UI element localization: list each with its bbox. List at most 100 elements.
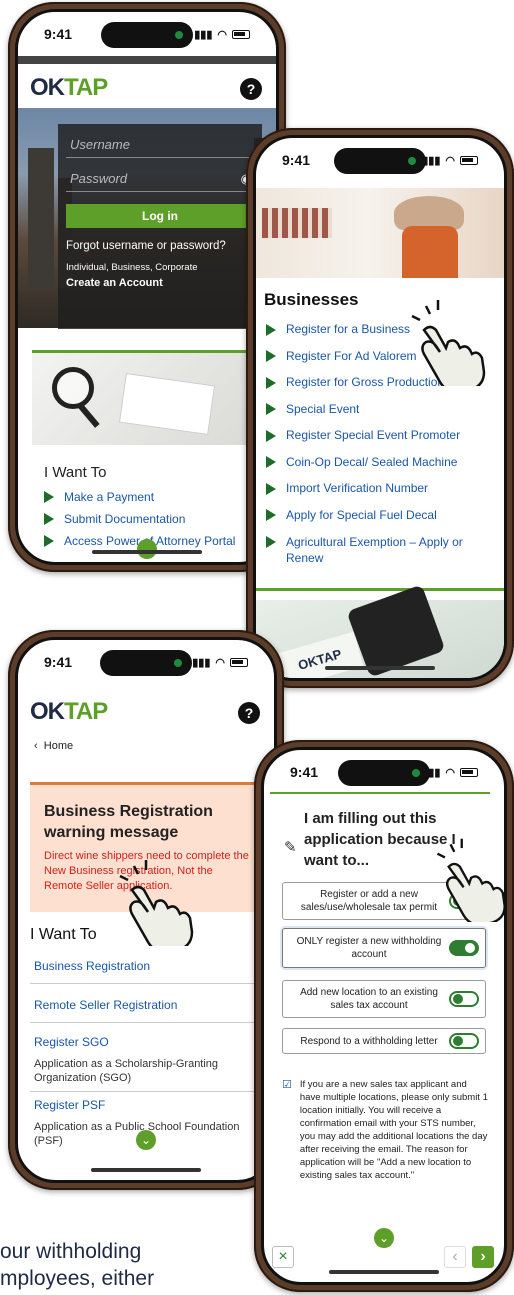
close-button[interactable]: × (272, 1246, 294, 1268)
option-new-location[interactable]: Add new location to an existing sales ta… (282, 980, 486, 1018)
home-indicator (325, 666, 435, 670)
status-icons: ▮▮▮ ◠ (422, 766, 478, 779)
account-types: Individual, Business, Corporate (66, 262, 198, 273)
background-text-line1: our withholding (0, 1240, 142, 1263)
signal-icon: ▮▮▮ (194, 28, 213, 41)
option-toggle[interactable] (449, 940, 479, 956)
checklist-icon: ☑ (282, 1079, 292, 1091)
phone-login-screen: 9:41 ▮▮▮ ◠ OKTAP ? Username Password ◉ Lo… (15, 9, 279, 565)
scroll-down-icon[interactable]: ⌄ (137, 539, 157, 559)
phone-registration: 9:41 ▮▮▮ ◠ OKTAP ? ‹ Home Business Regist… (8, 630, 284, 1190)
signal-icon: ▮▮▮ (192, 656, 211, 669)
warning-box: Business Registration warning message Di… (30, 782, 268, 912)
link-remote-seller[interactable]: Remote Seller Registration (30, 984, 268, 1023)
application-title: I am filling out this application becaus… (304, 810, 456, 869)
oktap-logo[interactable]: OKTAP (30, 74, 108, 102)
option-list: Register or add a new sales/use/wholesal… (282, 882, 486, 1054)
status-time: 9:41 (44, 26, 73, 42)
battery-icon (460, 767, 478, 777)
login-panel: Username Password ◉ Log in Forgot userna… (58, 124, 262, 329)
back-label: Home (43, 740, 74, 752)
link-register-sgo[interactable]: Register SGO (30, 1023, 268, 1053)
forgot-link[interactable]: Forgot username or password? (66, 240, 254, 252)
back-link[interactable]: ‹ Home (34, 740, 73, 752)
status-time: 9:41 (290, 764, 319, 780)
option-withholding-letter[interactable]: Respond to a withholding letter (282, 1028, 486, 1054)
oktap-logo[interactable]: OKTAP (30, 698, 108, 726)
business-item-agricultural[interactable]: Agricultural Exemption – Apply or Renew (266, 528, 498, 566)
wifi-icon: ◠ (445, 766, 455, 779)
businesses-heading: Businesses (264, 290, 359, 309)
option-toggle[interactable] (449, 991, 479, 1007)
scroll-down-icon[interactable]: ⌄ (136, 1130, 156, 1150)
option-toggle[interactable] (449, 1033, 479, 1049)
background-text: our withholding mployees, either (0, 1238, 154, 1292)
option-toggle[interactable] (449, 893, 479, 909)
prev-button[interactable]: ‹ (444, 1246, 466, 1268)
home-indicator (92, 550, 202, 554)
help-icon[interactable]: ? (240, 78, 262, 100)
note-text: If you are a new sales tax applicant and… (299, 1079, 488, 1181)
battery-icon (232, 29, 250, 39)
phone-businesses: 9:41 ▮▮▮ ◠ Businesses Register for a Busi… (246, 128, 514, 688)
username-input[interactable]: Username (66, 132, 254, 158)
business-list: Register for a Business Register For Ad … (266, 316, 498, 566)
option-sales-permit[interactable]: Register or add a new sales/use/wholesal… (282, 882, 486, 920)
status-bar: 9:41 ▮▮▮ ◠ (18, 640, 274, 684)
help-icon[interactable]: ? (238, 702, 260, 724)
scroll-down-icon[interactable]: ⌄ (374, 1228, 394, 1248)
link-business-registration[interactable]: Business Registration (30, 954, 268, 984)
login-button[interactable]: Log in (66, 204, 254, 228)
warning-title: Business Registration warning message (44, 803, 213, 841)
status-bar: 9:41 ▮▮▮ ◠ (256, 138, 504, 182)
business-item-ad-valorem[interactable]: Register For Ad Valorem (266, 343, 498, 370)
next-button[interactable]: › (472, 1246, 494, 1268)
option-withholding[interactable]: ONLY register a new withholding account (282, 928, 486, 968)
magnifier-icon (52, 367, 94, 409)
battery-icon (230, 657, 248, 667)
battery-icon (460, 155, 478, 165)
status-icons: ▮▮▮ ◠ (194, 28, 250, 41)
want-heading: I Want To (44, 464, 107, 481)
document-photo (32, 353, 262, 445)
business-item-gross-production[interactable]: Register for Gross Production (266, 369, 498, 396)
want-heading: I Want To (30, 926, 97, 943)
option-label: Register or add a new sales/use/wholesal… (300, 889, 438, 913)
status-icons: ▮▮▮ ◠ (422, 154, 478, 167)
background-text-line2: mployees, either (0, 1267, 155, 1290)
business-item-fuel-decal[interactable]: Apply for Special Fuel Decal (266, 502, 498, 529)
phone-login: 9:41 ▮▮▮ ◠ OKTAP ? Username Password ◉ Lo… (8, 2, 286, 572)
sgo-description: Application as a Scholarship-Granting Or… (30, 1053, 268, 1092)
status-bar: 9:41 ▮▮▮ ◠ (18, 12, 276, 56)
business-item-special-event[interactable]: Special Event (266, 396, 498, 423)
password-input[interactable]: Password ◉ (66, 166, 254, 192)
business-item-import-verification[interactable]: Import Verification Number (266, 475, 498, 502)
chevron-left-icon: ‹ (34, 740, 44, 752)
want-item-documentation[interactable]: Submit Documentation (44, 508, 262, 530)
header-bar (18, 56, 276, 64)
business-item-register[interactable]: Register for a Business (266, 316, 498, 343)
wifi-icon: ◠ (215, 656, 225, 669)
shop-photo (256, 188, 504, 278)
status-bar: 9:41 ▮▮▮ ◠ (264, 750, 504, 794)
password-placeholder: Password (70, 171, 128, 186)
link-register-psf[interactable]: Register PSF (30, 1092, 268, 1116)
wifi-icon: ◠ (445, 154, 455, 167)
business-item-event-promoter[interactable]: Register Special Event Promoter (266, 422, 498, 449)
warning-text: Direct wine shippers need to complete th… (44, 850, 249, 892)
option-label: Add new location to an existing sales ta… (300, 987, 438, 1011)
phone-registration-screen: 9:41 ▮▮▮ ◠ OKTAP ? ‹ Home Business Regist… (15, 637, 277, 1183)
create-account-link[interactable]: Create an Account (66, 277, 254, 289)
note-card: OKTAP (276, 631, 364, 678)
option-label: ONLY register a new withholding account (296, 936, 442, 960)
phone-businesses-screen: 9:41 ▮▮▮ ◠ Businesses Register for a Busi… (253, 135, 507, 681)
signal-icon: ▮▮▮ (422, 766, 441, 779)
phone-application: 9:41 ▮▮▮ ◠ ✎ I am filling out this applic… (254, 740, 514, 1292)
wifi-icon: ◠ (217, 28, 227, 41)
status-time: 9:41 (44, 654, 73, 670)
business-item-coin-op[interactable]: Coin-Op Decal/ Sealed Machine (266, 449, 498, 476)
want-item-payment[interactable]: Make a Payment (44, 486, 262, 508)
option-label: Respond to a withholding letter (300, 1035, 438, 1047)
signal-icon: ▮▮▮ (422, 154, 441, 167)
note-block: ☑ If you are a new sales tax applicant a… (282, 1078, 488, 1182)
